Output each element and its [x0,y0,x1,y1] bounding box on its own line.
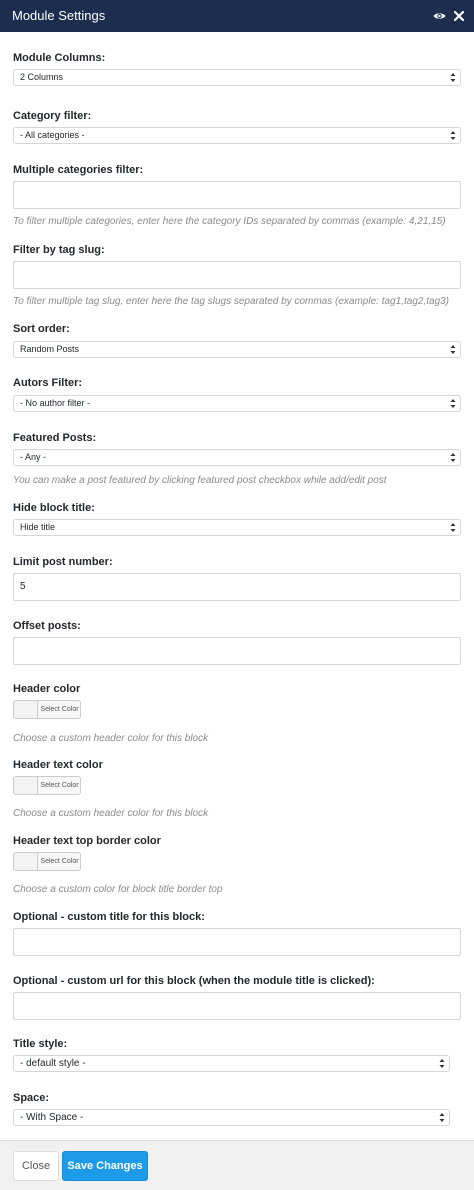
featured-posts-select[interactable]: - Any - [13,449,461,466]
custom-title-input[interactable] [13,928,461,956]
authors-filter-label: Autors Filter: [13,377,83,389]
updown-arrow-icon [450,453,456,462]
title-style-label: Title style: [13,1038,68,1050]
color-swatch [14,701,38,718]
select-color-label: Select Color [40,858,79,865]
hide-block-title-select[interactable]: Hide title [13,519,461,536]
updown-arrow-icon [450,131,456,140]
multiple-categories-help: To filter multiple categories, enter her… [13,216,446,227]
header-text-top-border-color-button[interactable]: Select Color [13,852,81,871]
limit-post-number-label: Limit post number: [13,556,113,568]
hide-block-title-value: Hide title [20,522,56,532]
header-text-color-label: Header text color [13,759,103,771]
close-button[interactable]: Close [13,1151,59,1181]
custom-url-label: Optional - custom url for this block (wh… [13,975,375,987]
header-color-help: Choose a custom header color for this bl… [13,733,209,744]
window-titlebar: Module Settings [0,0,474,32]
header-text-top-border-color-help: Choose a custom color for block title bo… [13,884,223,895]
select-color-label: Select Color [40,782,79,789]
updown-arrow-icon [450,523,456,532]
color-swatch [14,853,38,870]
updown-arrow-icon [450,345,456,354]
header-text-top-border-color-label: Header text top border color [13,835,161,847]
save-changes-button[interactable]: Save Changes [62,1151,148,1181]
custom-title-label: Optional - custom title for this block: [13,911,205,923]
title-style-select[interactable]: - default style - [13,1055,450,1072]
category-filter-label: Category filter: [13,110,92,122]
updown-arrow-icon [439,1113,445,1122]
updown-arrow-icon [439,1059,445,1068]
select-color-label: Select Color [40,706,79,713]
titlebar-actions [433,0,464,32]
header-text-color-help: Choose a custom header color for this bl… [13,808,209,819]
header-color-button[interactable]: Select Color [13,700,81,719]
space-value: - With Space - [20,1112,84,1123]
color-swatch [14,777,38,794]
sort-order-value: Random Posts [20,344,80,354]
featured-posts-help: You can make a post featured by clicking… [13,475,387,486]
limit-post-number-input[interactable]: 5 [13,573,461,601]
module-columns-label: Module Columns: [13,52,106,64]
window-title: Module Settings [12,8,106,23]
category-filter-value: - All categories - [20,130,85,140]
close-icon[interactable] [454,11,464,21]
eye-icon[interactable] [433,11,446,21]
authors-filter-value: - No author filter - [20,398,91,408]
tag-slug-input[interactable] [13,261,461,289]
title-style-value: - default style - [20,1058,86,1069]
tag-slug-help: To filter multiple tag slug, enter here … [13,296,449,307]
featured-posts-value: - Any - [20,452,47,462]
authors-filter-select[interactable]: - No author filter - [13,395,461,412]
offset-posts-input[interactable] [13,637,461,665]
featured-posts-label: Featured Posts: [13,432,97,444]
space-select[interactable]: - With Space - [13,1109,450,1126]
category-filter-select[interactable]: - All categories - [13,127,461,144]
offset-posts-label: Offset posts: [13,620,81,632]
tag-slug-label: Filter by tag slug: [13,244,105,256]
header-color-label: Header color [13,683,81,695]
dialog-footer: Close Save Changes [0,1140,474,1190]
module-columns-select[interactable]: 2 Columns [13,69,461,86]
multiple-categories-label: Multiple categories filter: [13,164,144,176]
hide-block-title-label: Hide block title: [13,502,95,514]
header-text-color-button[interactable]: Select Color [13,776,81,795]
sort-order-select[interactable]: Random Posts [13,341,461,358]
updown-arrow-icon [450,73,456,82]
sort-order-label: Sort order: [13,323,70,335]
updown-arrow-icon [450,399,456,408]
custom-url-input[interactable] [13,992,461,1020]
space-label: Space: [13,1092,50,1104]
module-columns-value: 2 Columns [20,72,64,82]
multiple-categories-input[interactable] [13,181,461,209]
